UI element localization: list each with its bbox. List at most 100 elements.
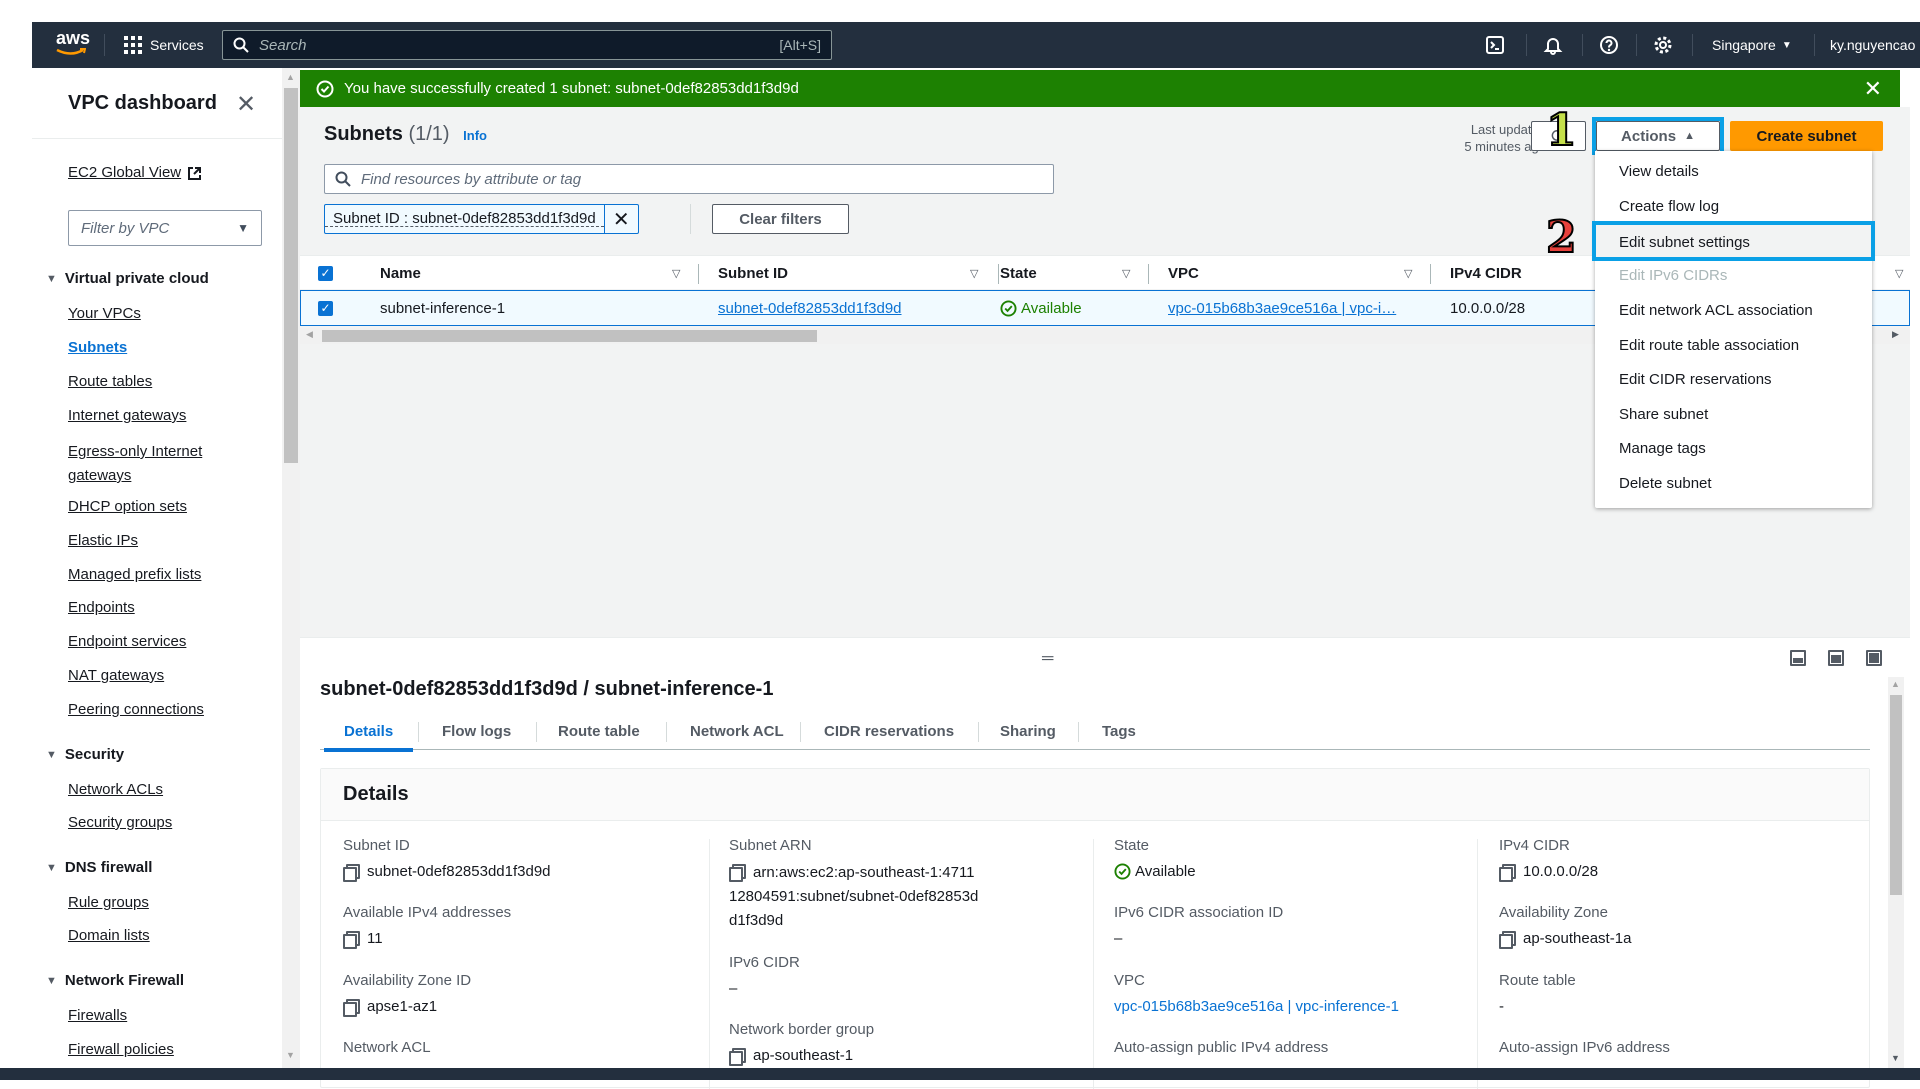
column-header-state[interactable]: State ▽ [1000,256,1170,290]
column-divider[interactable] [998,264,999,284]
tab-sharing[interactable]: Sharing [1000,712,1056,750]
sidebar-item-elastic-ips[interactable]: Elastic IPs [68,531,138,551]
copy-icon[interactable] [729,1048,746,1066]
sidebar-item-ec2-global-view[interactable]: EC2 Global View [68,163,202,183]
column-header-name[interactable]: Name ▽ [380,256,700,290]
sort-icon[interactable]: ▽ [970,267,978,280]
tab-details[interactable]: Details [324,712,414,752]
sidebar-item-nat-gateways[interactable]: NAT gateways [68,666,164,686]
scroll-down-arrow-icon[interactable]: ▼ [286,1050,295,1060]
column-header-vpc[interactable]: VPC ▽ [1168,256,1450,290]
sidebar-item-egress-only-internet-gateways[interactable]: Egress-only Internet gateways [68,440,238,488]
sort-icon[interactable]: ▽ [1895,267,1903,280]
column-divider[interactable] [1430,264,1431,284]
help-button[interactable] [1596,32,1622,58]
scroll-up-arrow-icon[interactable]: ▲ [1891,679,1900,689]
menu-item-edit-network-acl-association[interactable]: Edit network ACL association [1619,302,1813,319]
column-header-subnet-id[interactable]: Subnet ID ▽ [718,256,1000,290]
sidebar-item-domain-lists[interactable]: Domain lists [68,926,150,946]
region-selector[interactable]: Singapore ▼ [1712,22,1792,68]
copy-icon[interactable] [343,864,360,882]
scroll-left-arrow-icon[interactable]: ◀ [306,329,313,340]
tab-flow-logs[interactable]: Flow logs [442,712,511,750]
split-panel-maximize-icon[interactable] [1866,650,1882,666]
section-security[interactable]: ▼ Security [46,746,124,763]
tab-cidr-reservations[interactable]: CIDR reservations [824,712,954,750]
sidebar-item-subnets[interactable]: Subnets [68,338,127,358]
clear-filters-button[interactable]: Clear filters [712,204,849,234]
vpc-detail-link[interactable]: vpc-015b68b3ae9ce516a | vpc-inference-1 [1114,995,1399,1019]
split-panel-bottom-position-icon[interactable] [1790,650,1806,666]
tab-tags[interactable]: Tags [1102,712,1136,750]
vpc-link[interactable]: vpc-015b68b3ae9ce516a | vpc-i… [1168,300,1396,317]
console-footer [0,1068,1920,1080]
sort-icon[interactable]: ▽ [672,267,680,280]
cloudshell-button[interactable] [1482,32,1508,58]
subnet-id-link[interactable]: subnet-0def82853dd1f3d9d [718,300,902,317]
remove-filter-icon[interactable]: ✕ [603,205,638,233]
sidebar-item-rule-groups[interactable]: Rule groups [68,893,149,913]
account-menu[interactable]: ky.nguyencao [1830,22,1915,68]
column-divider[interactable] [698,264,699,284]
menu-item-edit-cidr-reservations[interactable]: Edit CIDR reservations [1619,371,1772,388]
services-menu-button[interactable]: Services [124,22,204,68]
select-all-checkbox[interactable]: ✓ [318,256,333,290]
sidebar-item-managed-prefix-lists[interactable]: Managed prefix lists [68,565,201,585]
tab-network-acl[interactable]: Network ACL [690,712,784,750]
sidebar-item-endpoints[interactable]: Endpoints [68,598,135,618]
row-checkbox[interactable]: ✓ [318,291,333,325]
resize-handle-icon[interactable]: ═ [1042,650,1053,668]
sidebar-scrollbar-thumb[interactable] [284,88,298,463]
sidebar-item-peering-connections[interactable]: Peering connections [68,700,204,720]
sidebar-item-your-vpcs[interactable]: Your VPCs [68,304,141,324]
sidebar-item-network-acls[interactable]: Network ACLs [68,780,163,800]
global-search-input[interactable]: Search [Alt+S] [222,30,832,60]
split-panel-side-position-icon[interactable] [1828,650,1844,666]
notifications-button[interactable] [1540,32,1566,58]
aws-logo[interactable]: aws [52,28,92,58]
settings-button[interactable] [1650,32,1676,58]
filter-by-vpc-select[interactable]: Filter by VPC ▼ [68,210,262,246]
filter-token[interactable]: Subnet ID : subnet-0def82853dd1f3d9d ✕ [324,204,639,234]
tab-route-table[interactable]: Route table [558,712,640,750]
info-link[interactable]: Info [463,128,487,143]
state-text: Available [1021,299,1082,317]
filter-token-label[interactable]: Subnet ID : subnet-0def82853dd1f3d9d [325,210,604,227]
detail-panel-scrollbar[interactable]: ▲ ▼ [1888,677,1904,1068]
section-network-firewall[interactable]: ▼ Network Firewall [46,972,184,989]
menu-item-create-flow-log[interactable]: Create flow log [1619,198,1719,215]
menu-item-edit-route-table-association[interactable]: Edit route table association [1619,337,1799,354]
sidebar-item-security-groups[interactable]: Security groups [68,813,172,833]
sidebar-item-endpoint-services[interactable]: Endpoint services [68,632,186,652]
sidebar-scrollbar[interactable]: ▲ ▼ [282,68,300,1068]
copy-icon[interactable] [343,999,360,1017]
sidebar-item-internet-gateways[interactable]: Internet gateways [68,406,186,426]
sidebar-item-firewalls[interactable]: Firewalls [68,1006,127,1026]
menu-item-view-details[interactable]: View details [1619,163,1699,180]
menu-item-manage-tags[interactable]: Manage tags [1619,440,1706,457]
close-sidebar-icon[interactable]: ✕ [236,90,256,119]
copy-icon[interactable] [1499,864,1516,882]
scroll-up-arrow-icon[interactable]: ▲ [286,72,295,82]
sort-icon[interactable]: ▽ [1404,267,1412,280]
dismiss-banner-icon[interactable]: ✕ [1864,76,1882,102]
scroll-down-arrow-icon[interactable]: ▼ [1891,1053,1900,1063]
sidebar-title[interactable]: VPC dashboard [68,92,217,115]
sidebar-item-dhcp-option-sets[interactable]: DHCP option sets [68,497,187,517]
copy-icon[interactable] [1499,931,1516,949]
menu-item-delete-subnet[interactable]: Delete subnet [1619,475,1712,492]
sort-icon[interactable]: ▽ [1122,267,1130,280]
sidebar-item-firewall-policies[interactable]: Firewall policies [68,1040,174,1060]
scroll-right-arrow-icon[interactable]: ▶ [1892,329,1899,340]
column-divider[interactable] [1148,264,1149,284]
section-virtual-private-cloud[interactable]: ▼ Virtual private cloud [46,270,209,287]
sidebar-item-route-tables[interactable]: Route tables [68,372,152,392]
resource-search-input[interactable]: Find resources by attribute or tag [324,164,1054,194]
section-dns-firewall[interactable]: ▼ DNS firewall [46,859,152,876]
menu-item-share-subnet[interactable]: Share subnet [1619,406,1708,423]
detail-scrollbar-thumb[interactable] [1890,695,1902,895]
copy-icon[interactable] [343,931,360,949]
copy-icon[interactable] [729,864,746,882]
create-subnet-button[interactable]: Create subnet [1730,121,1883,151]
table-scrollbar-thumb[interactable] [322,330,817,342]
